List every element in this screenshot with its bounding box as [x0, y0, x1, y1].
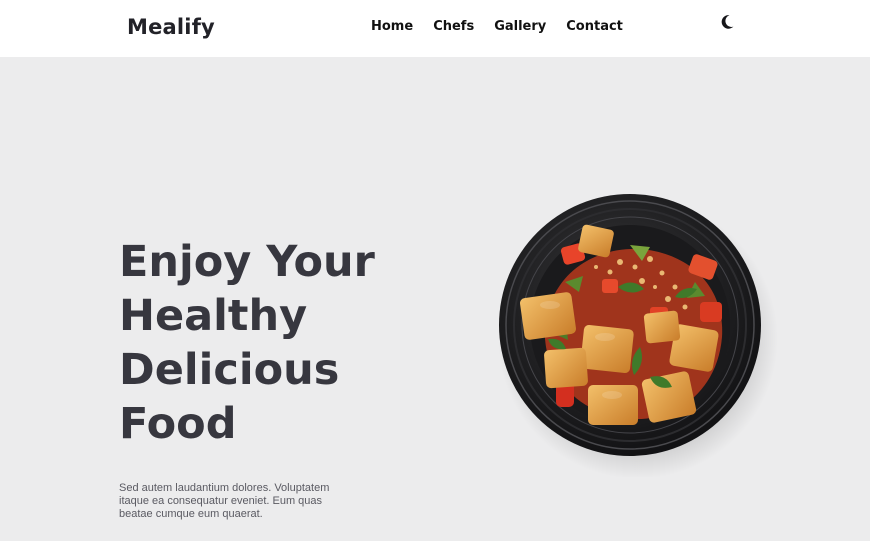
- nav-link-home[interactable]: Home: [371, 19, 413, 34]
- food-bowl-image: [498, 194, 778, 477]
- nav-link-gallery[interactable]: Gallery: [494, 19, 546, 34]
- navbar: Mealify Home Chefs Gallery Contact: [0, 0, 870, 57]
- hero-title-line-1: Enjoy Your: [119, 237, 375, 287]
- nav-link-contact[interactable]: Contact: [566, 19, 623, 34]
- hero-title: Enjoy Your Healthy Delicious Food: [119, 235, 419, 451]
- hero-title-line-3: Delicious: [119, 345, 340, 395]
- hero-title-line-4: Food: [119, 399, 237, 449]
- brand-logo[interactable]: Mealify: [127, 15, 215, 39]
- hero-description: Sed autem laudantium dolores. Voluptatem…: [119, 482, 330, 520]
- theme-toggle-button[interactable]: [717, 12, 737, 32]
- nav-links: Home Chefs Gallery Contact: [371, 19, 623, 34]
- moon-icon: [721, 15, 734, 29]
- hero-section: Enjoy Your Healthy Delicious Food Sed au…: [0, 57, 870, 541]
- hero-title-line-2: Healthy: [119, 291, 308, 341]
- nav-link-chefs[interactable]: Chefs: [433, 19, 474, 34]
